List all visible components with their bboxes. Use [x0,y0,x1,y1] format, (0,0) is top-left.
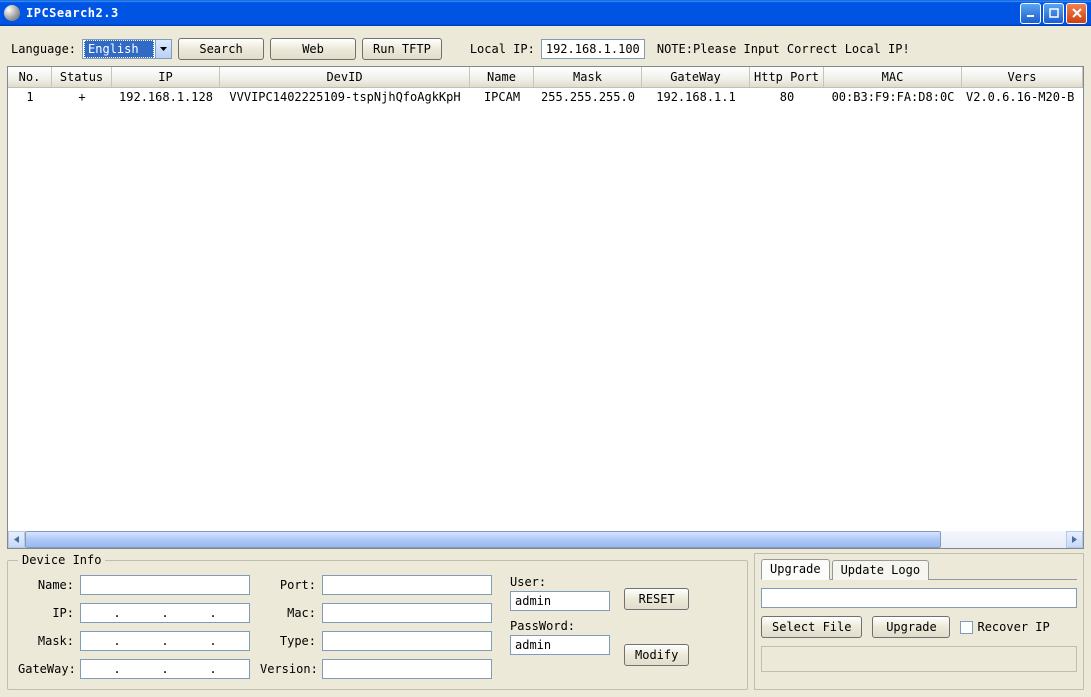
col-devid[interactable]: DevID [220,67,470,87]
col-mask[interactable]: Mask [534,67,642,87]
app-icon [4,5,20,21]
version-input[interactable] [322,659,492,679]
local-ip-input[interactable] [541,39,645,59]
title-bar: IPCSearch2.3 [0,0,1091,26]
language-value: English [84,40,154,58]
grid-header: No. Status IP DevID Name Mask GateWay Ht… [8,67,1083,88]
reset-button[interactable]: RESET [624,588,689,610]
device-info-legend: Device Info [18,553,105,567]
language-label: Language: [11,42,76,56]
mask-input[interactable]: . . . [80,631,250,651]
note-text: NOTE:Please Input Correct Local IP! [657,42,910,56]
upgrade-panel: Upgrade Update Logo Select File Upgrade … [754,553,1084,690]
name-input[interactable] [80,575,250,595]
minimize-button[interactable] [1020,3,1041,24]
mask-label: Mask: [18,634,74,648]
cell-no: 1 [8,88,52,106]
cell-port: 80 [750,88,824,106]
cell-status: + [52,88,112,106]
dropdown-arrow-icon [155,40,171,58]
maximize-button[interactable] [1043,3,1064,24]
col-status[interactable]: Status [52,67,112,87]
toolbar: Language: English Search Web Run TFTP Lo… [3,30,1088,66]
tab-update-logo[interactable]: Update Logo [832,560,929,580]
recover-ip-label: Recover IP [977,620,1049,634]
web-button[interactable]: Web [270,38,356,60]
local-ip-label: Local IP: [470,42,535,56]
cell-vers: V2.0.6.16-M20-B [962,88,1083,106]
user-label: User: [510,575,574,589]
language-select[interactable]: English [82,39,172,59]
password-label: PassWord: [510,619,574,633]
search-button[interactable]: Search [178,38,264,60]
cell-name: IPCAM [470,88,534,106]
checkbox-icon [960,621,973,634]
upgrade-status [761,646,1077,672]
name-label: Name: [18,578,74,592]
version-label: Version: [260,662,316,676]
tab-upgrade[interactable]: Upgrade [761,559,830,580]
mac-label: Mac: [260,606,316,620]
table-row[interactable]: 1 + 192.168.1.128 VVVIPC1402225109-tspNj… [8,88,1083,106]
run-tftp-button[interactable]: Run TFTP [362,38,442,60]
scroll-left-icon[interactable] [8,531,25,548]
recover-ip-checkbox[interactable]: Recover IP [960,620,1049,634]
col-gateway[interactable]: GateWay [642,67,750,87]
modify-button[interactable]: Modify [624,644,689,666]
port-input[interactable] [322,575,492,595]
type-label: Type: [260,634,316,648]
port-label: Port: [260,578,316,592]
col-port[interactable]: Http Port [750,67,824,87]
ip-input[interactable]: . . . [80,603,250,623]
upgrade-button[interactable]: Upgrade [872,616,950,638]
cell-gateway: 192.168.1.1 [642,88,750,106]
cell-devid: VVVIPC1402225109-tspNjhQfoAgkKpH [220,88,470,106]
col-vers[interactable]: Vers [962,67,1083,87]
gateway-input[interactable]: . . . [80,659,250,679]
close-button[interactable] [1066,3,1087,24]
device-grid: No. Status IP DevID Name Mask GateWay Ht… [7,66,1084,549]
scroll-right-icon[interactable] [1066,531,1083,548]
cell-mac: 00:B3:F9:FA:D8:0C [824,88,962,106]
col-no[interactable]: No. [8,67,52,87]
scroll-thumb[interactable] [25,531,941,548]
col-ip[interactable]: IP [112,67,220,87]
cell-mask: 255.255.255.0 [534,88,642,106]
horizontal-scrollbar[interactable] [8,531,1083,548]
user-input[interactable] [510,591,610,611]
select-file-button[interactable]: Select File [761,616,862,638]
gateway-label: GateWay: [18,662,74,676]
ip-label: IP: [18,606,74,620]
upgrade-file-input[interactable] [761,588,1077,608]
cell-ip: 192.168.1.128 [112,88,220,106]
window-title: IPCSearch2.3 [26,6,1020,20]
password-input[interactable] [510,635,610,655]
type-input[interactable] [322,631,492,651]
col-name[interactable]: Name [470,67,534,87]
col-mac[interactable]: MAC [824,67,962,87]
device-info-panel: Device Info Name: IP: . . . Mask: . . . … [7,553,748,690]
mac-input[interactable] [322,603,492,623]
